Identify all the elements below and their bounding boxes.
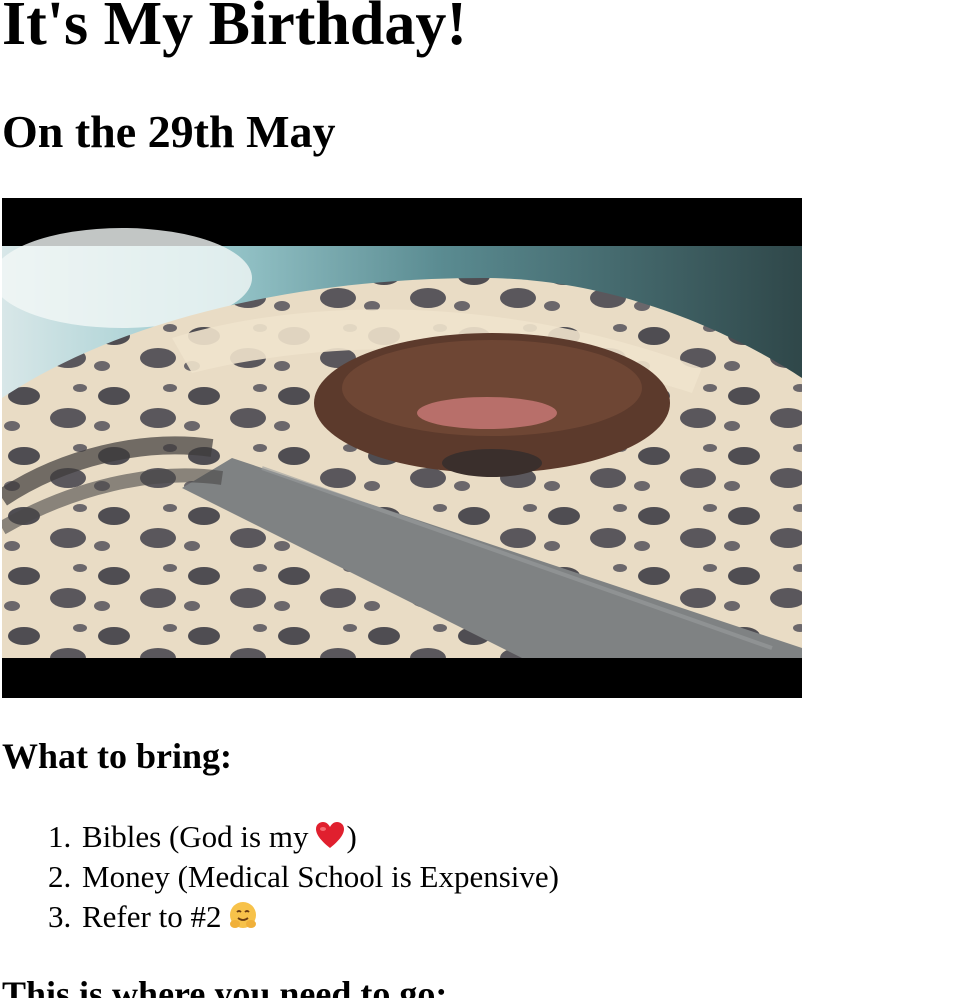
what-to-bring-heading: What to bring:	[2, 736, 233, 776]
hugging-face-icon	[227, 900, 259, 932]
list-item-text: Money (Medical School is Expensive)	[82, 859, 559, 894]
where-to-go-heading: This is where you need to go:	[2, 974, 448, 998]
list-item-label: Bibles (God is my	[82, 819, 309, 854]
heart-icon	[314, 820, 346, 852]
page: It's My Birthday! On the 29th May What t…	[0, 0, 970, 998]
list-item-number: 1.	[48, 819, 72, 854]
list-item-number: 2.	[48, 859, 72, 894]
list-item-number: 3.	[48, 899, 72, 934]
page-subtitle: On the 29th May	[2, 106, 336, 157]
list-item-text: Bibles (God is my)	[82, 817, 357, 857]
list-item-label: Refer to #2	[82, 899, 222, 934]
birthday-photo-image	[2, 198, 802, 698]
list-item-suffix: )	[346, 819, 357, 854]
list-item-text: Refer to #2	[82, 897, 259, 937]
page-title: It's My Birthday!	[2, 0, 467, 58]
birthday-photo	[2, 198, 802, 698]
